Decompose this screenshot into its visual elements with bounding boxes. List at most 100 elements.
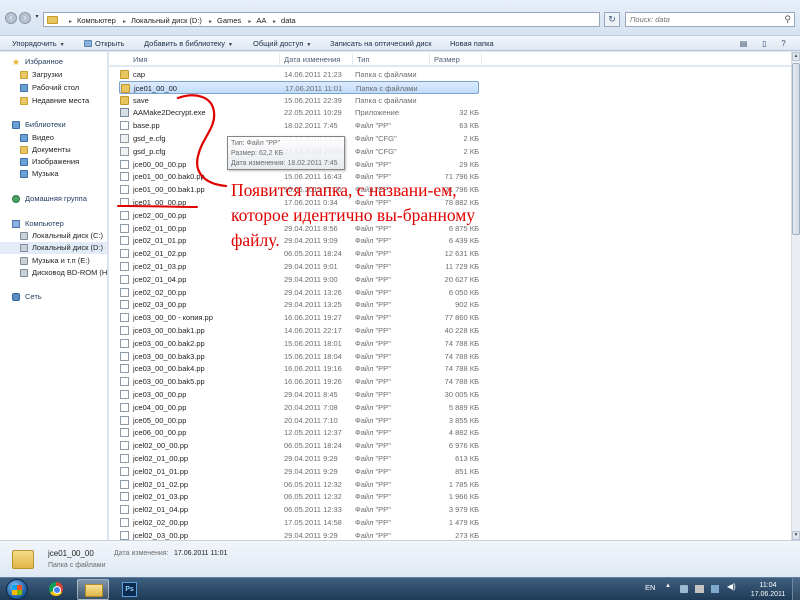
tray-flag-icon[interactable] [695,585,704,593]
file-row[interactable]: jce03_00_00.bak4.pp 16.06.2011 19:16 Файл … [119,362,479,375]
file-row[interactable]: jce03_00_00.bak1.pp 14.06.2011 22:17 Файл … [119,324,479,337]
file-type: Файл "PP" [355,454,391,463]
taskbar-chrome[interactable] [40,579,72,600]
folder-row[interactable]: save 15.06.2011 22:39 Папка с файлами [119,94,479,107]
file-icon [120,402,129,412]
nav-libraries[interactable]: Библиотеки [0,119,107,131]
file-row[interactable]: jce03_00_00 - копия.pp 16.06.2011 19:27 Фа… [119,311,479,324]
file-row[interactable]: jcel02_00_00.pp 06.05.2011 18:24 Файл "PP"… [119,439,479,452]
file-row[interactable]: jcel02_01_04.pp 06.05.2011 12:33 Файл "PP"… [119,503,479,516]
breadcrumb-computer[interactable]: Компьютер [77,16,116,25]
recent-places-icon [20,97,28,105]
nav-favorites[interactable]: ★ Избранное [0,56,107,68]
open-button[interactable]: Открыть [84,39,124,48]
language-indicator[interactable]: EN [645,583,655,592]
recent-pages-dropdown[interactable]: ▾ [33,12,41,24]
refresh-button[interactable]: ↻ [604,12,620,27]
file-row[interactable]: jce03_00_00.bak2.pp 15.06.2011 18:01 Файл … [119,337,479,350]
file-icon [120,492,129,502]
tray-app-icon[interactable] [680,585,688,593]
view-options-button[interactable]: ▤ [737,38,750,49]
file-row[interactable]: AAMake2Decrypt.exe 22.05.2011 10:29 Прилож… [119,106,479,119]
add-to-library-button[interactable]: Добавить в библиотеку ▼ [144,39,233,48]
chevron-right-icon[interactable]: ▸ [69,19,72,25]
column-divider[interactable] [352,53,353,65]
nav-pictures[interactable]: Изображения [0,156,107,168]
column-size-header[interactable]: Размер [434,55,460,64]
file-row[interactable]: jce02_03_00.pp 29.04.2011 13:25 Файл "PP" 9… [119,298,479,311]
file-row[interactable]: jce02_01_03.pp 29.04.2011 9:01 Файл "PP" 11… [119,260,479,273]
search-input[interactable] [626,13,776,26]
file-row[interactable]: base.pp 18.02.2011 7:45 Файл "PP" 63 КБ [119,119,479,132]
nav-drive-c[interactable]: Локальный диск (C:) [0,230,107,242]
nav-recent-places[interactable]: Недавние места [0,95,107,107]
nav-drive-e[interactable]: Музыка и т.п (E:) [0,255,107,267]
scroll-thumb[interactable] [792,63,800,235]
nav-homegroup[interactable]: Домашняя группа [0,193,107,205]
address-box[interactable]: ▸ Компьютер ▸ Локальный диск (D:) ▸ Games ▸… [43,12,600,27]
computer-icon [12,220,20,228]
volume-icon[interactable]: ◀) [727,582,736,591]
burn-button[interactable]: Записать на оптический диск [330,39,432,48]
nav-downloads[interactable]: Загрузки [0,69,107,81]
file-row[interactable]: jce03_00_00.pp 29.04.2011 8:45 Файл "PP" 30… [119,388,479,401]
clock[interactable]: 11:04 17.06.2011 [748,581,788,599]
breadcrumb-drive-d[interactable]: Локальный диск (D:) [131,16,202,25]
nav-video[interactable]: Видео [0,132,107,144]
file-row[interactable]: jcel02_01_02.pp 06.05.2011 12:32 Файл "PP"… [119,478,479,491]
command-bar: Упорядочить ▼ Открыть Добавить в библиоте… [0,36,800,51]
nav-documents[interactable]: Документы [0,144,107,156]
share-button[interactable]: Общий доступ ▼ [253,39,311,48]
nav-drive-d[interactable]: Локальный диск (D:) [0,242,107,254]
new-folder-button[interactable]: Новая папка [450,39,494,48]
taskbar-explorer[interactable] [77,579,109,600]
column-name-header[interactable]: Имя [133,55,148,64]
column-date-header[interactable]: Дата изменения [284,55,340,64]
folder-row[interactable]: jce01_00_00 17.06.2011 11:01 Папка с файла… [119,80,479,94]
file-row[interactable]: jcel02_01_01.pp 29.04.2011 9:29 Файл "PP" 8… [119,465,479,478]
nav-computer[interactable]: Компьютер [0,218,107,230]
nav-drive-h[interactable]: Дисковод BD-ROM (H: [0,267,107,279]
file-row[interactable]: jce04_00_00.pp 20.04.2011 7:08 Файл "PP" 5 … [119,401,479,414]
breadcrumb-games[interactable]: Games [217,16,241,25]
scroll-down-arrow[interactable]: ▼ [792,531,800,540]
file-row[interactable]: jce02_02_00.pp 29.04.2011 13:26 Файл "PP" 6… [119,286,479,299]
column-divider[interactable] [279,53,280,65]
file-icon [120,326,129,335]
search-box[interactable]: ⚲ [625,12,795,27]
file-row[interactable]: jce05_00_00.pp 20.04.2011 7:10 Файл "PP" 3 … [119,414,479,427]
chevron-right-icon[interactable]: ▸ [248,19,251,25]
file-row[interactable]: jce03_00_00.bak3.pp 15.06.2011 18:04 Файл … [119,350,479,363]
scroll-up-arrow[interactable]: ▲ [792,52,800,61]
file-row[interactable]: jcel02_02_00.pp 17.05.2011 14:58 Файл "PP"… [119,516,479,529]
breadcrumb-data[interactable]: data [281,16,296,25]
nav-music[interactable]: Музыка [0,168,107,180]
start-button[interactable] [6,579,28,600]
back-button[interactable]: ‹ [5,12,17,24]
column-divider[interactable] [429,53,430,65]
vertical-scrollbar[interactable]: ▲ ▼ [791,52,800,540]
show-desktop-button[interactable] [792,578,800,600]
file-row[interactable]: jce06_00_00.pp 12.05.2011 12:37 Файл "PP" 4… [119,426,479,439]
forward-button[interactable]: › [19,12,31,24]
network-tray-icon[interactable] [711,585,719,593]
breadcrumb-aa[interactable]: AA [256,16,266,25]
file-row[interactable]: jce03_00_00.bak5.pp 16.06.2011 19:26 Файл … [119,375,479,388]
chevron-right-icon[interactable]: ▸ [209,19,212,25]
show-hidden-icons[interactable]: ▲ [665,583,671,589]
column-divider[interactable] [481,53,482,65]
file-row[interactable]: jce02_01_04.pp 29.04.2011 9:00 Файл "PP" 20… [119,273,479,286]
file-row[interactable]: jcel02_01_03.pp 06.05.2011 12:32 Файл "PP"… [119,490,479,503]
file-row[interactable]: jcel02_03_00.pp 29.04.2011 9:29 Файл "PP" 2… [119,529,479,540]
file-row[interactable]: jcel02_01_00.pp 29.04.2011 9:29 Файл "PP" 6… [119,452,479,465]
chevron-right-icon[interactable]: ▸ [123,19,126,25]
nav-network[interactable]: Сеть [0,291,107,303]
nav-desktop[interactable]: Рабочий стол [0,82,107,94]
organize-button[interactable]: Упорядочить ▼ [12,39,65,48]
help-button[interactable]: ? [777,38,790,49]
taskbar-photoshop[interactable]: Ps [114,579,146,600]
column-type-header[interactable]: Тип [357,55,370,64]
chevron-right-icon[interactable]: ▸ [273,19,276,25]
folder-row[interactable]: cap 14.06.2011 21:23 Папка с файлами [119,68,479,81]
preview-pane-button[interactable]: ▯ [758,38,771,49]
